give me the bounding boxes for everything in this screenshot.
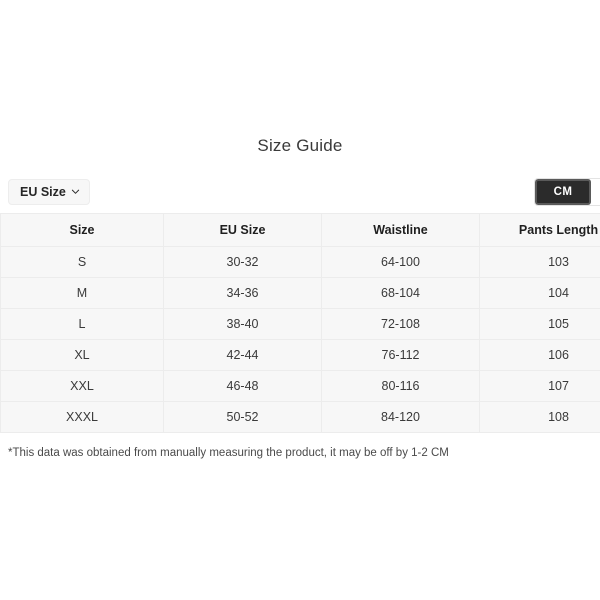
table-row: XXL 46-48 80-116 107 (0, 370, 600, 402)
cell-size: S (0, 246, 164, 278)
table-row: S 30-32 64-100 103 (0, 246, 600, 278)
controls-row: EU Size CM INCH (0, 179, 600, 207)
cell-waistline: 68-104 (321, 277, 480, 309)
cell-pants-length: 106 (479, 339, 600, 371)
column-header-pants-length: Pants Length (479, 213, 600, 247)
column-header-eu-size: EU Size (163, 213, 322, 247)
column-header-size: Size (0, 213, 164, 247)
cell-size: XXXL (0, 401, 164, 433)
cell-eu-size: 46-48 (163, 370, 322, 402)
cell-waistline: 64-100 (321, 246, 480, 278)
size-system-dropdown-label: EU Size (20, 184, 66, 199)
column-header-waistline: Waistline (321, 213, 480, 247)
unit-toggle-group: CM INCH (535, 179, 600, 205)
measurement-disclaimer: *This data was obtained from manually me… (8, 447, 449, 459)
cell-size: XL (0, 339, 164, 371)
size-system-dropdown[interactable]: EU Size (8, 179, 90, 205)
table-row: L 38-40 72-108 105 (0, 308, 600, 340)
unit-toggle-cm[interactable]: CM (535, 179, 591, 205)
table-row: M 34-36 68-104 104 (0, 277, 600, 309)
cell-size: L (0, 308, 164, 340)
cell-size: XXL (0, 370, 164, 402)
cell-eu-size: 30-32 (163, 246, 322, 278)
page-title: Size Guide (257, 136, 343, 155)
cell-pants-length: 104 (479, 277, 600, 309)
table-header-row: Size EU Size Waistline Pants Length (0, 213, 600, 247)
cell-waistline: 76-112 (321, 339, 480, 371)
unit-toggle-inch[interactable]: INCH (591, 179, 600, 205)
cell-pants-length: 103 (479, 246, 600, 278)
cell-waistline: 84-120 (321, 401, 480, 433)
cell-eu-size: 34-36 (163, 277, 322, 309)
cell-eu-size: 42-44 (163, 339, 322, 371)
size-table: Size EU Size Waistline Pants Length S 30… (0, 213, 600, 433)
cell-eu-size: 38-40 (163, 308, 322, 340)
chevron-down-icon (71, 187, 80, 196)
table-row: XXXL 50-52 84-120 108 (0, 401, 600, 433)
size-guide-page: Size Guide EU Size CM INCH Size EU Size (0, 0, 600, 600)
cell-pants-length: 107 (479, 370, 600, 402)
cell-waistline: 80-116 (321, 370, 480, 402)
cell-waistline: 72-108 (321, 308, 480, 340)
cell-pants-length: 108 (479, 401, 600, 433)
cell-eu-size: 50-52 (163, 401, 322, 433)
table-row: XL 42-44 76-112 106 (0, 339, 600, 371)
size-table-container: Size EU Size Waistline Pants Length S 30… (0, 213, 600, 433)
cell-pants-length: 105 (479, 308, 600, 340)
cell-size: M (0, 277, 164, 309)
